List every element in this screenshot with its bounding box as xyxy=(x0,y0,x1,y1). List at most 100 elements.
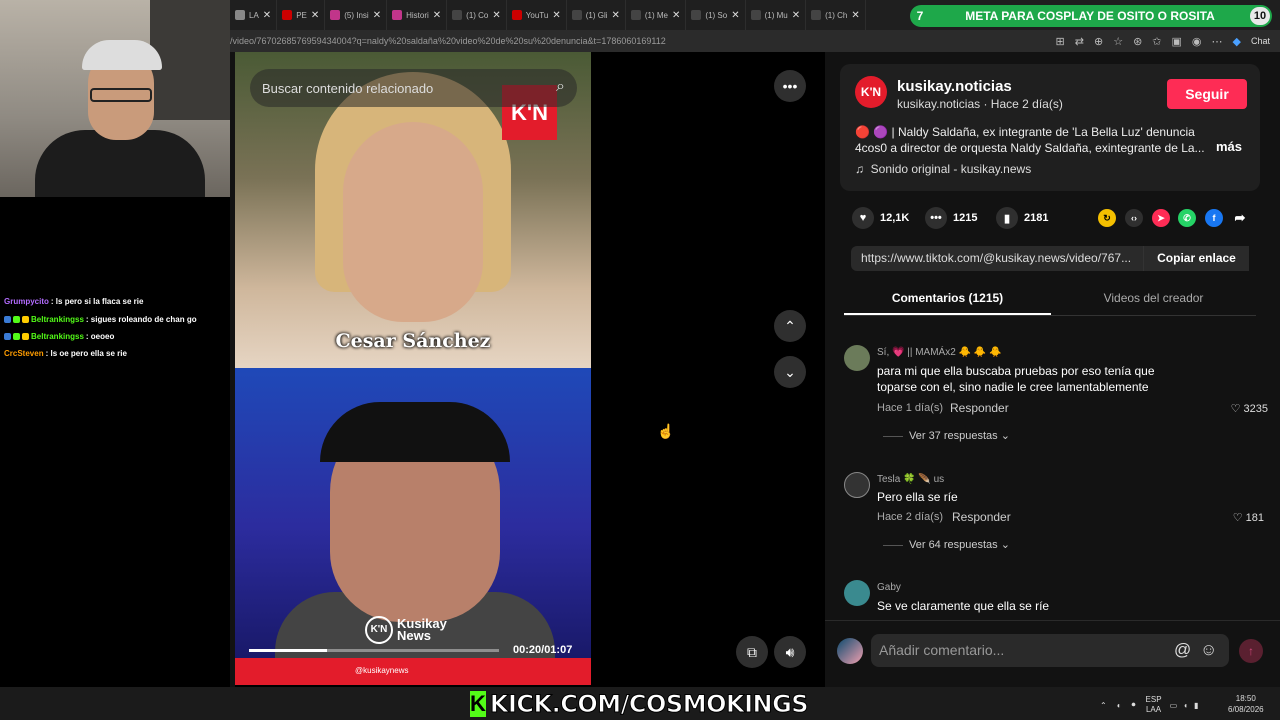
comment-icon[interactable]: ••• xyxy=(925,207,947,229)
close-icon[interactable]: ✕ xyxy=(433,10,441,21)
reply-button[interactable]: Responder xyxy=(950,401,1009,415)
commenter-name[interactable]: Tesla 🍀 🪶 us xyxy=(877,474,944,485)
whatsapp-icon[interactable]: ✆ xyxy=(1178,209,1196,227)
zoom-icon[interactable]: ⊕ xyxy=(1094,35,1103,48)
bookmark-icon[interactable]: ▮ xyxy=(996,207,1018,229)
favorites-icon[interactable]: ✩ xyxy=(1152,35,1161,48)
commenter-name[interactable]: Gaby xyxy=(877,582,901,593)
share-link[interactable]: https://www.tiktok.com/@kusikay.news/vid… xyxy=(861,251,1141,265)
browser-tab[interactable]: (1) Ch ✕ xyxy=(806,0,866,30)
tab-label: (1) Co xyxy=(466,10,489,20)
comment-count: 1215 xyxy=(953,212,978,224)
send-comment-button[interactable]: ↑ xyxy=(1239,639,1263,663)
close-icon[interactable]: ✕ xyxy=(263,10,271,21)
kick-logo-icon: K xyxy=(470,690,486,717)
save-stat[interactable]: ▮ 2181 xyxy=(996,207,1048,229)
send-to-friends-icon[interactable]: ➤ xyxy=(1152,209,1170,227)
copilot-icon[interactable]: ◆ xyxy=(1233,35,1241,48)
close-icon[interactable]: ✕ xyxy=(851,10,859,21)
copy-link-button[interactable]: Copiar enlace xyxy=(1143,246,1249,271)
install-icon[interactable]: ⊞ xyxy=(1056,35,1065,48)
video-player[interactable]: Cesar Sánchez K'N Buscar contenido relac… xyxy=(235,52,591,685)
facebook-icon[interactable]: f xyxy=(1205,209,1223,227)
replies-label: Ver 64 respuestas xyxy=(909,539,998,551)
show-hidden-icon[interactable]: ⌃ xyxy=(1100,701,1107,710)
creator-name[interactable]: kusikay.noticias xyxy=(897,78,1012,95)
previous-video-button[interactable]: ⌃ xyxy=(774,310,806,342)
comment-like[interactable]: ♡ 3235 xyxy=(1220,402,1268,415)
address-bar[interactable]: /video/7670268576959434004?q=naldy%20sal… xyxy=(230,30,1280,52)
emoji-icon[interactable]: ☺ xyxy=(1200,640,1217,660)
close-icon[interactable]: ✕ xyxy=(492,10,500,21)
more-button[interactable]: más xyxy=(1216,139,1242,154)
search-icon[interactable]: ⌕ xyxy=(556,78,565,96)
browser-tab[interactable]: (1) So ✕ xyxy=(686,0,746,30)
related-search-input[interactable]: Buscar contenido relacionado ⌕ xyxy=(250,69,577,107)
browser-tab[interactable]: YouTu ✕ xyxy=(507,0,567,30)
collections-icon[interactable]: ▣ xyxy=(1172,35,1182,48)
sound-link[interactable]: ♫ Sonido original - kusikay.news xyxy=(855,162,1031,176)
battery-icon[interactable]: ▮ xyxy=(1194,701,1198,710)
volume-button[interactable]: 🔊︎ xyxy=(774,636,806,668)
close-icon[interactable]: ✕ xyxy=(672,10,680,21)
tab-creator-videos[interactable]: Videos del creador xyxy=(1051,291,1256,305)
close-icon[interactable]: ✕ xyxy=(612,10,620,21)
browser-tab[interactable]: (1) Me ✕ xyxy=(626,0,687,30)
chat-text: : ls oe pero ella se rie xyxy=(45,349,127,358)
browser-tab[interactable]: Histori ✕ xyxy=(387,0,448,30)
browser-tab[interactable]: LA ✕ xyxy=(230,0,278,30)
language-indicator[interactable]: ESP LAA xyxy=(1146,695,1162,715)
post-description: 🔴 🟣 | Naldy Saldaña, ex integrante de 'L… xyxy=(855,125,1205,155)
volume-icon[interactable]: ◖ xyxy=(1183,701,1188,710)
commenter-avatar[interactable] xyxy=(844,345,870,371)
like-stat[interactable]: ♥ 12,1K xyxy=(852,207,909,229)
follow-button[interactable]: Seguir xyxy=(1167,79,1247,109)
repost-icon[interactable]: ↻ xyxy=(1098,209,1116,227)
tab-label: PE xyxy=(296,10,307,20)
translate-icon[interactable]: ⇄ xyxy=(1075,35,1084,48)
clock-time: 18:50 xyxy=(1235,694,1256,703)
chat-label[interactable]: Chat xyxy=(1251,36,1270,46)
commenter-avatar[interactable] xyxy=(844,472,870,498)
reply-button[interactable]: Responder xyxy=(952,510,1011,524)
browser-tab[interactable]: (5) Insi ✕ xyxy=(325,0,388,30)
tab-label: (1) So xyxy=(705,10,728,20)
tab-comments[interactable]: Comentarios (1215) xyxy=(844,291,1051,305)
share-arrow-icon[interactable]: ➦ xyxy=(1231,209,1249,227)
commenter-name[interactable]: Sí, 💗 || MAMÁx2 🐥 🐥 🐥 xyxy=(877,347,1001,358)
close-icon[interactable]: ✕ xyxy=(792,10,800,21)
profile-icon[interactable]: ◉ xyxy=(1192,35,1202,48)
comment-like-count: 181 xyxy=(1245,512,1264,524)
tab-favicon-icon xyxy=(235,10,245,20)
comment-stat[interactable]: ••• 1215 xyxy=(925,207,978,229)
view-replies[interactable]: Ver 37 respuestas ⌄ xyxy=(883,429,1010,442)
more-icon[interactable]: ⋯ xyxy=(1212,35,1223,48)
display-icon[interactable]: ▭ xyxy=(1170,701,1178,710)
star-icon[interactable]: ☆ xyxy=(1113,35,1123,48)
commenter-avatar[interactable] xyxy=(844,580,870,606)
browser-tab[interactable]: (1) Mu ✕ xyxy=(746,0,807,30)
network-icon[interactable]: ◐ xyxy=(1117,701,1122,710)
close-icon[interactable]: ✕ xyxy=(552,10,560,21)
heart-icon[interactable]: ♥ xyxy=(852,207,874,229)
view-replies[interactable]: Ver 64 respuestas ⌄ xyxy=(883,538,1010,551)
clock[interactable]: 18:50 6/08/2026 xyxy=(1228,693,1264,715)
mention-icon[interactable]: @ xyxy=(1174,640,1191,660)
lang-top: ESP xyxy=(1145,695,1162,704)
more-options-button[interactable]: ••• xyxy=(774,70,806,102)
user-avatar[interactable] xyxy=(837,638,863,664)
browser-tab[interactable]: (1) Gli ✕ xyxy=(567,0,626,30)
creator-avatar[interactable]: K'N xyxy=(855,76,887,108)
mic-icon[interactable]: ⏺ xyxy=(1132,700,1136,710)
browser-tab[interactable]: PE ✕ xyxy=(277,0,326,30)
close-icon[interactable]: ✕ xyxy=(731,10,739,21)
close-icon[interactable]: ✕ xyxy=(311,10,319,21)
next-video-button[interactable]: ⌄ xyxy=(774,356,806,388)
pip-button[interactable]: ⧉ xyxy=(736,636,768,668)
url-text[interactable]: /video/7670268576959434004?q=naldy%20sal… xyxy=(230,36,1056,46)
comment-like[interactable]: ♡ 181 xyxy=(1220,511,1264,524)
extensions-icon[interactable]: ⊛ xyxy=(1133,35,1142,48)
close-icon[interactable]: ✕ xyxy=(373,10,381,21)
embed-icon[interactable]: ‹› xyxy=(1125,209,1143,227)
browser-tab[interactable]: (1) Co ✕ xyxy=(447,0,507,30)
